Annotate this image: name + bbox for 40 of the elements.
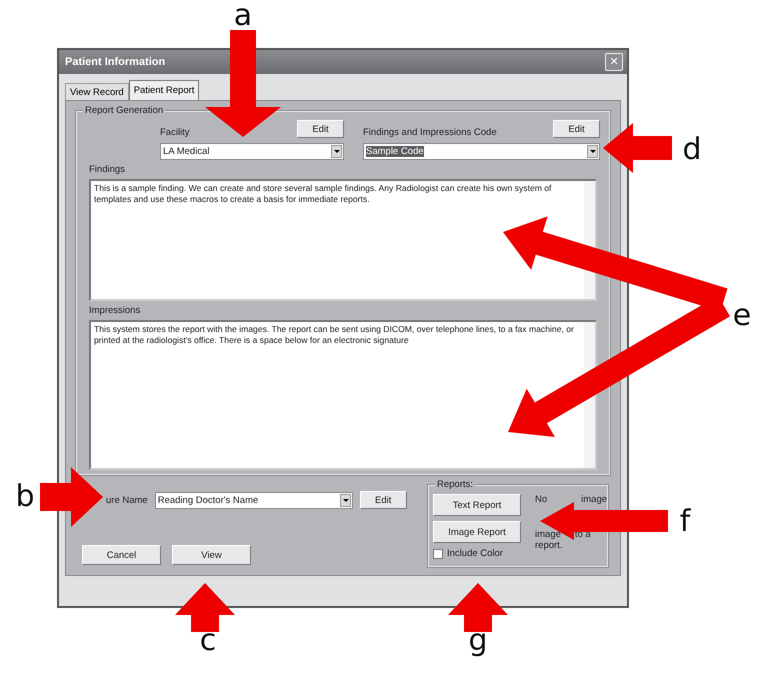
impressions-label: Impressions xyxy=(89,305,142,316)
checkbox-label: Include Color xyxy=(447,548,503,559)
annotation-letter: g xyxy=(468,626,488,656)
dialog-button[interactable]: View xyxy=(172,545,251,565)
note-text: image xyxy=(581,494,608,505)
signature-label: ure Name xyxy=(106,494,148,506)
group-title: Reports: xyxy=(435,479,475,490)
annotation-letter: c xyxy=(200,626,216,656)
facility-label: Facility xyxy=(160,127,190,138)
group-title: Report Generation xyxy=(83,105,166,116)
edit-button[interactable]: Edit xyxy=(360,491,407,509)
impressions-text-area[interactable]: This system stores the report with the images. The report can be sent using DICOM, over telephone lines, to a fax machine, or printed at the radiologist's office. There is a space below for an electronic signature xyxy=(89,320,597,470)
checkbox[interactable] xyxy=(433,548,443,558)
edit-button[interactable]: Edit xyxy=(553,120,600,138)
tab[interactable]: Patient Report xyxy=(128,80,200,100)
annotation-letter: a xyxy=(234,1,252,31)
annotation-arrow xyxy=(40,467,103,527)
note-text: report. xyxy=(535,540,562,551)
window-title: Patient Information xyxy=(65,56,166,68)
tab[interactable]: View Record xyxy=(65,83,129,100)
signature-dropdown[interactable]: Reading Doctor's Name xyxy=(154,492,353,508)
findings-label: Findings xyxy=(89,164,126,175)
note-text: No xyxy=(535,494,548,505)
edit-button[interactable]: Edit xyxy=(297,120,344,138)
note-text: image xyxy=(535,529,561,540)
annotation-letter: d xyxy=(682,135,702,165)
facility-dropdown[interactable]: LA Medical xyxy=(160,143,344,160)
note-text: to a xyxy=(574,529,591,540)
annotation-arrow xyxy=(448,583,508,632)
code-dropdown[interactable]: Sample Code xyxy=(363,143,600,160)
findings-text-area[interactable]: This is a sample finding. We can create and store several sample findings. Any Radiologist can create his own system of templates and use these macros to create a basis for immediate reports. xyxy=(89,179,597,301)
image-report-button[interactable]: Image Report xyxy=(433,521,521,543)
dialog-button[interactable]: Cancel xyxy=(82,545,161,565)
text-report-button[interactable]: Text Report xyxy=(433,494,521,516)
annotation-letter: f xyxy=(680,507,690,537)
annotation-arrow xyxy=(603,123,672,173)
code-label: Findings and Impressions Code xyxy=(363,127,497,138)
annotation-letter: b xyxy=(15,482,35,512)
annotation-arrow xyxy=(175,583,235,632)
annotation-letter: e xyxy=(732,301,752,331)
